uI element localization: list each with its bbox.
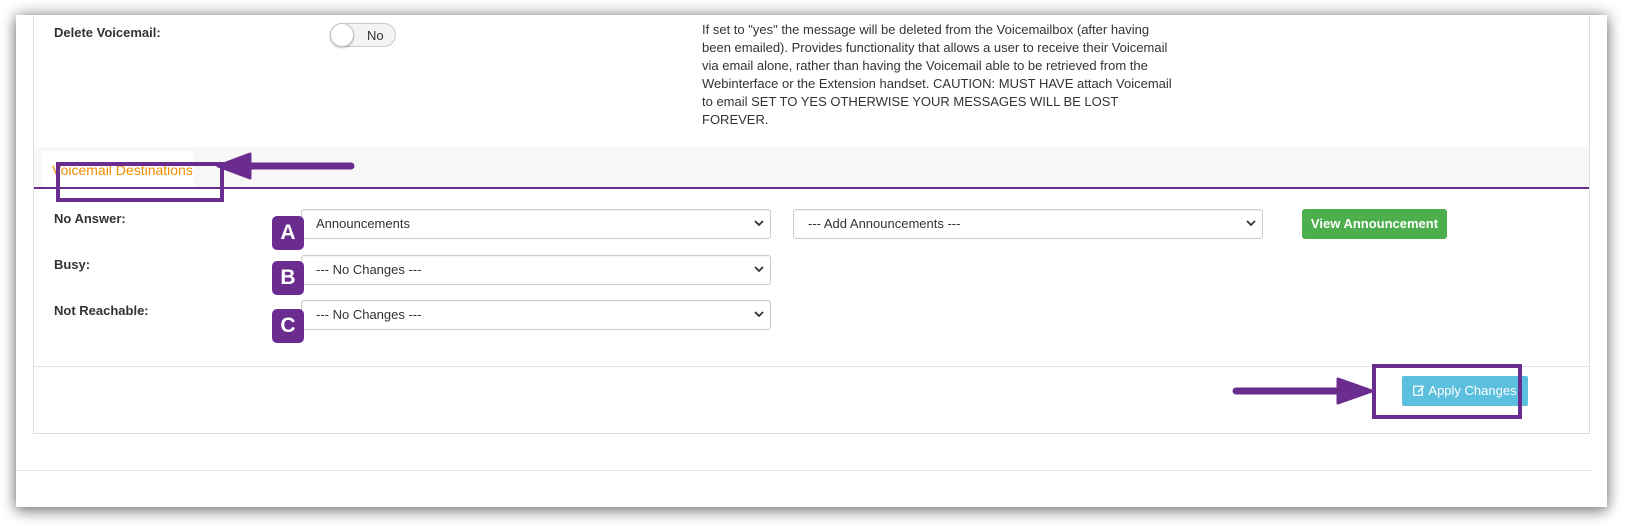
- arrow-right-icon: [1232, 377, 1374, 405]
- arrow-left-icon: [216, 152, 355, 180]
- annotation-arrows: [216, 152, 1374, 405]
- app-window: Delete Voicemail: No If set to "yes" the…: [16, 15, 1607, 507]
